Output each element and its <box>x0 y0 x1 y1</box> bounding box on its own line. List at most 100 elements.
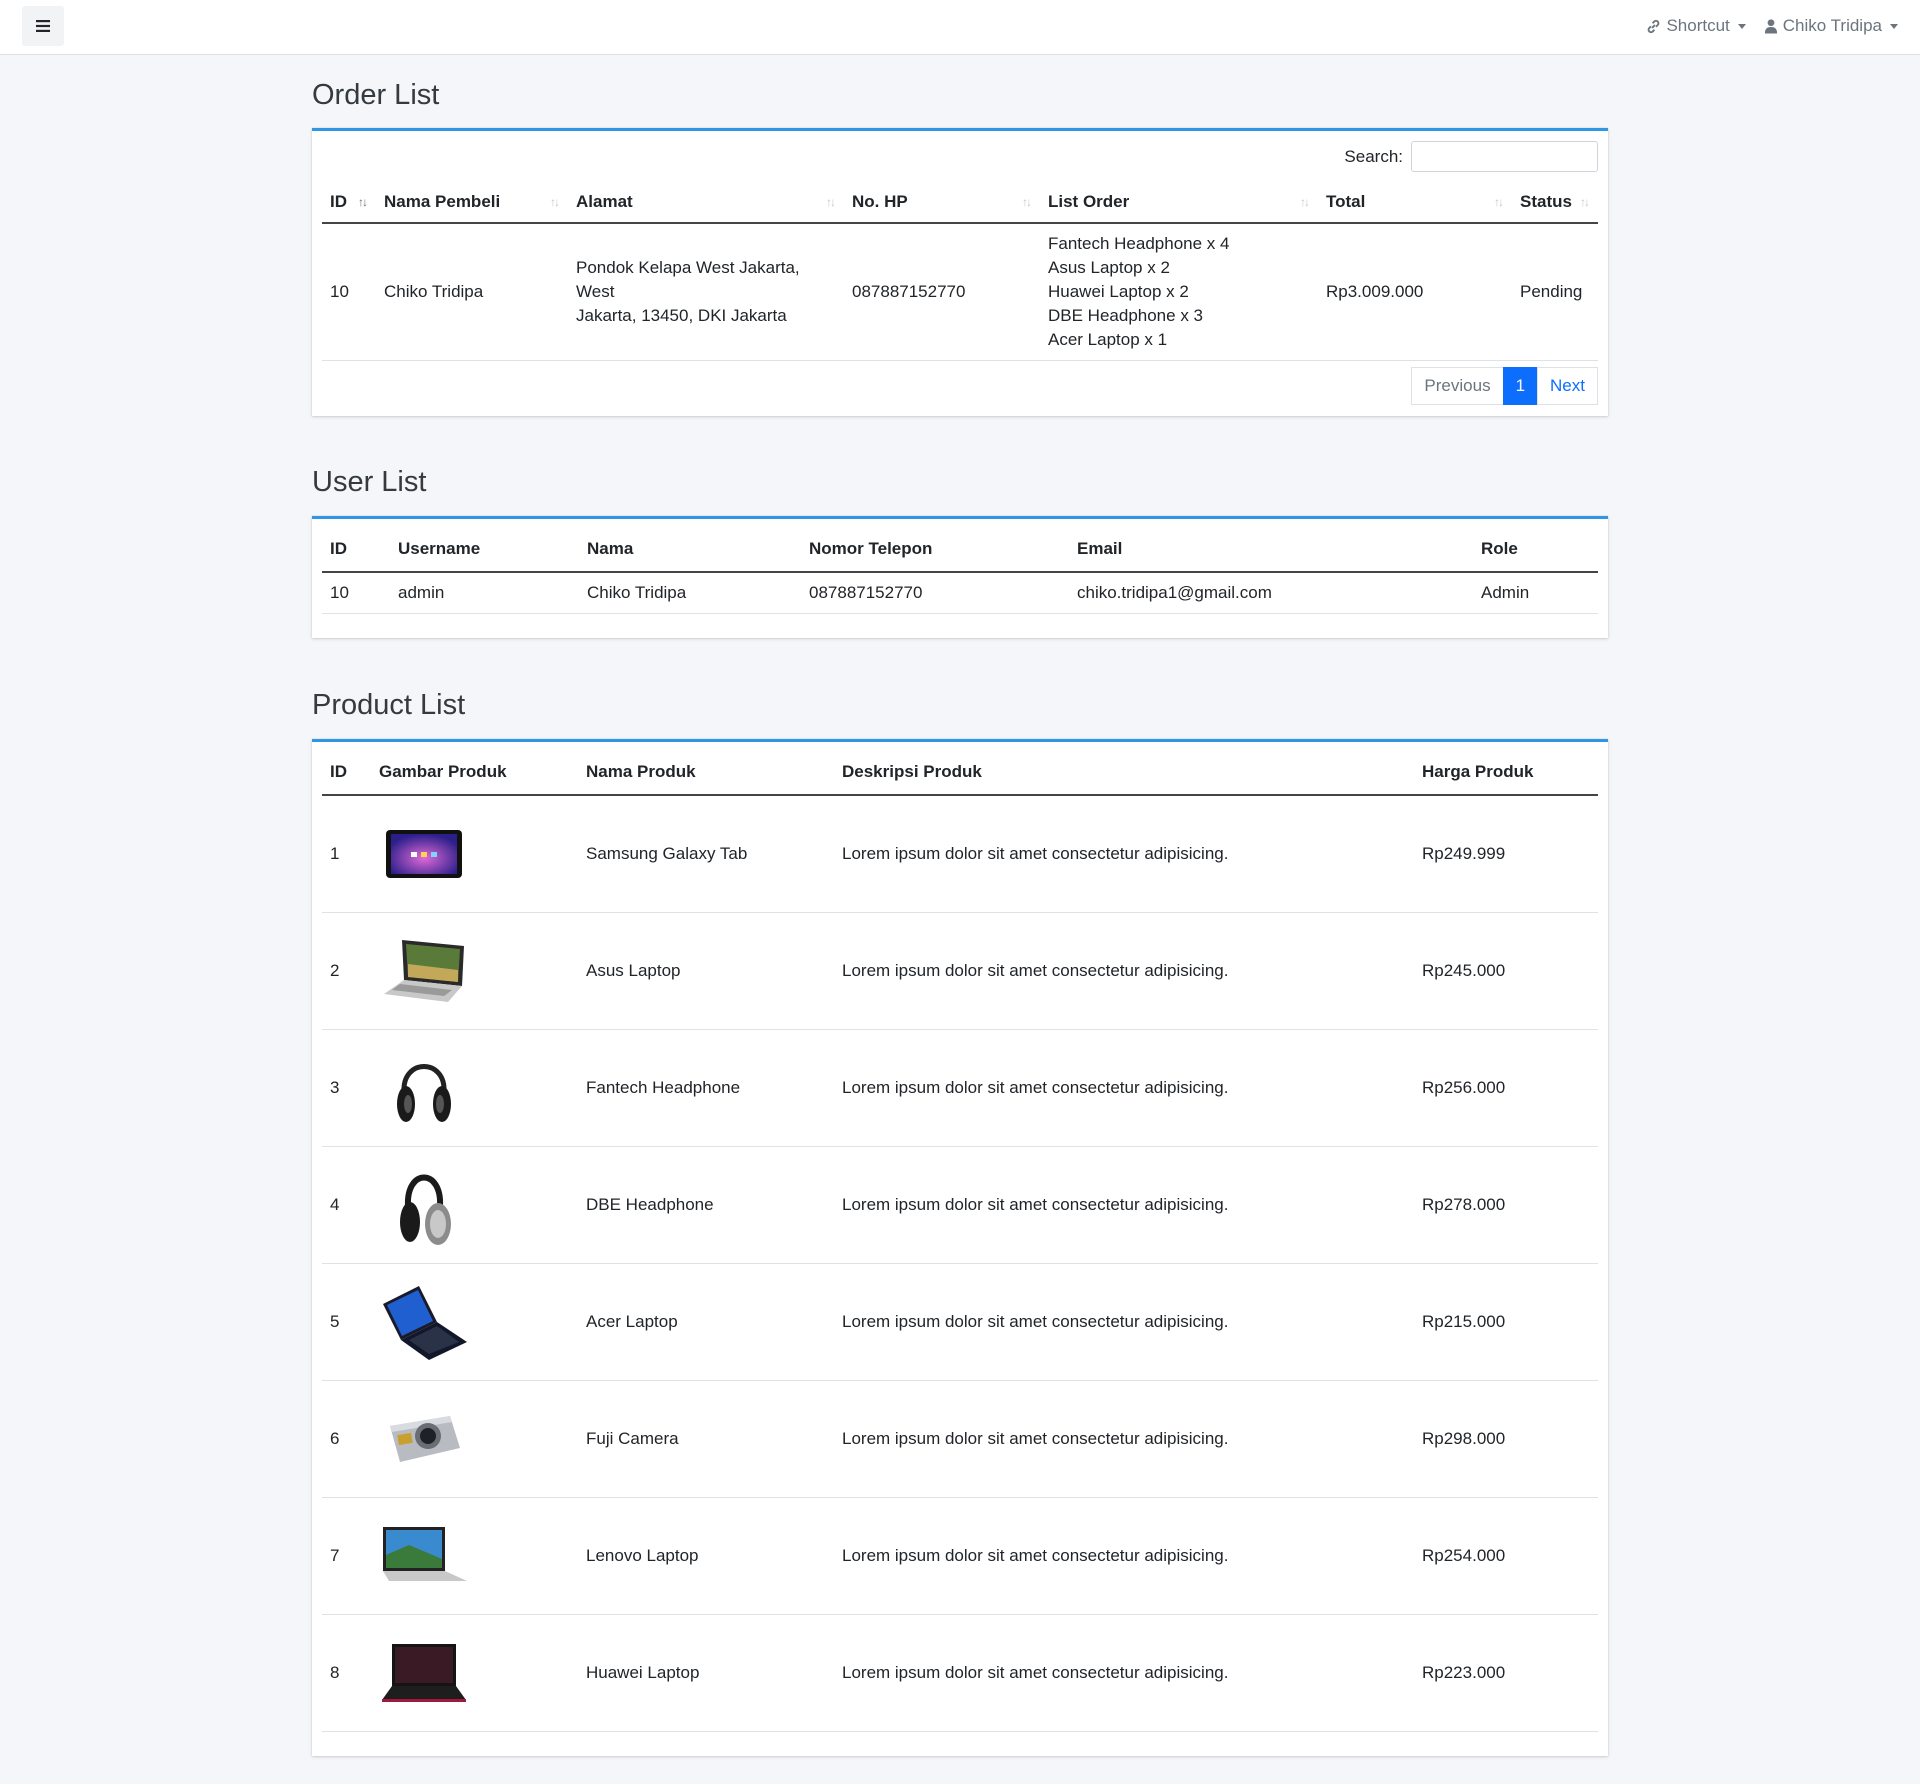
table-row: 1 Samsung Galaxy Tab Lorem ipsum dolor s… <box>322 795 1598 913</box>
product-id: 1 <box>322 795 371 913</box>
user-id: 10 <box>322 572 390 614</box>
address-line: Pondok Kelapa West Jakarta, West <box>576 257 800 301</box>
col-header-status[interactable]: Status ↑↓ <box>1512 181 1598 224</box>
product-name: Fuji Camera <box>578 1380 834 1498</box>
product-price: Rp215.000 <box>1414 1263 1598 1381</box>
order-total: Rp3.009.000 <box>1318 223 1512 361</box>
product-name: Fantech Headphone <box>578 1029 834 1147</box>
address-line: Jakarta, 13450, DKI Jakarta <box>576 305 787 325</box>
user-dropdown[interactable]: Chiko Tridipa <box>1764 16 1898 36</box>
table-row: 7 Lenovo Laptop Lorem ipsum dolor sit am… <box>322 1497 1598 1615</box>
order-items: Fantech Headphone x 4 Asus Laptop x 2 Hu… <box>1040 223 1318 361</box>
col-header-role: Role <box>1473 527 1598 573</box>
pagination-previous[interactable]: Previous <box>1411 367 1504 405</box>
user-email: chiko.tridipa1@gmail.com <box>1069 572 1473 614</box>
search-input[interactable] <box>1411 141 1598 172</box>
col-header-username: Username <box>390 527 579 573</box>
order-buyer: Chiko Tridipa <box>376 223 568 361</box>
order-item: Fantech Headphone x 4 <box>1048 233 1230 253</box>
col-header-alamat[interactable]: Alamat ↑↓ <box>568 181 844 224</box>
table-row: 6 Fuji Camera Lorem ipsum dolor sit amet… <box>322 1380 1598 1498</box>
order-id: 10 <box>322 223 376 361</box>
product-name: Asus Laptop <box>578 912 834 1030</box>
sort-icon: ↑↓ <box>1580 194 1590 209</box>
col-header-total[interactable]: Total ↑↓ <box>1318 181 1512 224</box>
product-image-laptop <box>379 1512 469 1600</box>
order-address: Pondok Kelapa West Jakarta, West Jakarta… <box>568 223 844 361</box>
product-image-laptop <box>379 927 469 1015</box>
col-header-nomor-telepon: Nomor Telepon <box>801 527 1069 573</box>
product-id: 5 <box>322 1263 371 1381</box>
product-price: Rp256.000 <box>1414 1029 1598 1147</box>
col-header-nama-pembeli[interactable]: Nama Pembeli ↑↓ <box>376 181 568 224</box>
col-header-no-hp[interactable]: No. HP ↑↓ <box>844 181 1040 224</box>
user-list-title: User List <box>312 466 427 498</box>
product-price: Rp245.000 <box>1414 912 1598 1030</box>
user-name-label: Chiko Tridipa <box>1782 16 1882 35</box>
product-desc: Lorem ipsum dolor sit amet consectetur a… <box>834 1614 1414 1732</box>
product-id: 7 <box>322 1497 371 1615</box>
col-header-nama: Nama <box>579 527 801 573</box>
order-phone: 087887152770 <box>844 223 1040 361</box>
product-desc: Lorem ipsum dolor sit amet consectetur a… <box>834 1380 1414 1498</box>
product-image-headphone <box>379 1161 469 1249</box>
sort-icon: ↑↓ <box>1022 194 1032 209</box>
user-phone: 087887152770 <box>801 572 1069 614</box>
product-id: 2 <box>322 912 371 1030</box>
pagination-next[interactable]: Next <box>1537 367 1598 405</box>
shortcut-label: Shortcut <box>1666 16 1730 35</box>
caret-down-icon <box>1737 23 1746 29</box>
sort-icon: ↑↓ <box>550 194 560 209</box>
product-image-camera <box>379 1395 469 1483</box>
sort-icon: ↑↓ <box>358 194 368 209</box>
hamburger-icon <box>36 20 50 32</box>
user-role: Admin <box>1473 572 1598 614</box>
sort-icon: ↑↓ <box>1494 194 1504 209</box>
product-image-laptop <box>379 1278 469 1366</box>
product-id: 3 <box>322 1029 371 1147</box>
product-price: Rp249.999 <box>1414 795 1598 913</box>
order-item: DBE Headphone x 3 <box>1048 305 1203 325</box>
search-label: Search: <box>1344 146 1403 166</box>
order-list-card: Search: ID ↑↓ Nama Pembeli ↑↓ Alamat ↑↓ No.… <box>312 128 1608 416</box>
col-header-nama-produk: Nama Produk <box>578 750 834 796</box>
table-row: 8 Huawei Laptop Lorem ipsum dolor sit am… <box>322 1614 1598 1732</box>
order-status: Pending <box>1512 223 1598 361</box>
product-desc: Lorem ipsum dolor sit amet consectetur a… <box>834 1146 1414 1264</box>
user-icon <box>1764 18 1777 34</box>
caret-down-icon <box>1890 23 1898 29</box>
col-header-email: Email <box>1069 527 1473 573</box>
product-id: 6 <box>322 1380 371 1498</box>
product-desc: Lorem ipsum dolor sit amet consectetur a… <box>834 1263 1414 1381</box>
product-price: Rp298.000 <box>1414 1380 1598 1498</box>
product-desc: Lorem ipsum dolor sit amet consectetur a… <box>834 1497 1414 1615</box>
product-desc: Lorem ipsum dolor sit amet consectetur a… <box>834 1029 1414 1147</box>
col-header-id[interactable]: ID ↑↓ <box>322 181 376 224</box>
user-table: ID Username Nama Nomor Telepon Email Rol… <box>322 527 1598 614</box>
product-price: Rp278.000 <box>1414 1146 1598 1264</box>
col-header-id: ID <box>322 750 371 796</box>
product-table: ID Gambar Produk Nama Produk Deskripsi P… <box>322 750 1598 1732</box>
product-id: 4 <box>322 1146 371 1264</box>
sort-icon: ↑↓ <box>826 194 836 209</box>
product-desc: Lorem ipsum dolor sit amet consectetur a… <box>834 795 1414 913</box>
table-row: 10 admin Chiko Tridipa 087887152770 chik… <box>322 572 1598 614</box>
table-row: 10 Chiko Tridipa Pondok Kelapa West Jaka… <box>322 223 1598 361</box>
product-image-headphone <box>379 1044 469 1132</box>
order-table: ID ↑↓ Nama Pembeli ↑↓ Alamat ↑↓ No. HP ↑↓ Li… <box>322 181 1598 361</box>
user-username: admin <box>390 572 579 614</box>
shortcut-dropdown[interactable]: Shortcut <box>1646 16 1746 36</box>
product-name: DBE Headphone <box>578 1146 834 1264</box>
pagination-page-1[interactable]: 1 <box>1502 367 1539 405</box>
menu-toggle-button[interactable] <box>22 6 64 46</box>
sort-icon: ↑↓ <box>1300 194 1310 209</box>
col-header-gambar-produk: Gambar Produk <box>371 750 578 796</box>
table-row: 4 DBE Headphone Lorem ipsum dolor sit am… <box>322 1146 1598 1264</box>
col-header-deskripsi-produk: Deskripsi Produk <box>834 750 1414 796</box>
order-list-title: Order List <box>312 79 440 111</box>
order-search: Search: <box>1344 141 1598 172</box>
col-header-list-order[interactable]: List Order ↑↓ <box>1040 181 1318 224</box>
link-icon <box>1648 19 1660 33</box>
product-name: Lenovo Laptop <box>578 1497 834 1615</box>
product-image-laptop <box>379 1629 469 1717</box>
